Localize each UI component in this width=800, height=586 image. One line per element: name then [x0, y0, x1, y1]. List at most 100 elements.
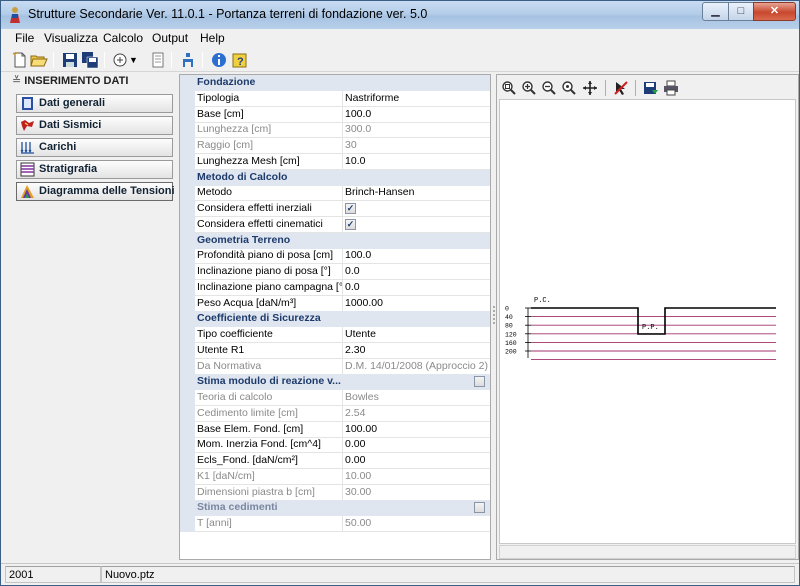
property-row: Base Elem. Fond. [cm] 100.00: [180, 421, 490, 438]
nav-header[interactable]: ≚ INSERIMENTO DATI: [10, 74, 177, 90]
maximize-button[interactable]: □: [728, 2, 754, 21]
depth-tick-label: 80: [505, 323, 513, 330]
category-checkbox[interactable]: [474, 376, 485, 388]
row-gutter: [180, 500, 195, 517]
property-row: Considera effetti cinematici ✓: [180, 216, 490, 233]
pc-label: P.C.: [534, 297, 551, 305]
property-row: Metodo Brinch-Hansen: [180, 185, 490, 202]
category-row[interactable]: Geometria Terreno: [180, 232, 490, 249]
help-icon[interactable]: ?: [230, 51, 248, 69]
property-value[interactable]: 100.00: [343, 422, 490, 438]
row-gutter: [180, 90, 195, 107]
property-value[interactable]: Brinch-Hansen: [343, 185, 490, 202]
menu-visualizza[interactable]: Visualizza: [44, 31, 98, 45]
menu-calcolo[interactable]: Calcolo: [103, 31, 143, 45]
property-label: Base [cm]: [195, 106, 343, 123]
property-label: K1 [daN/cm]: [195, 468, 343, 485]
property-label: Profondità piano di posa [cm]: [195, 248, 343, 265]
property-value[interactable]: 100.0: [343, 248, 490, 265]
row-gutter: [180, 106, 195, 123]
nav-carichi[interactable]: Carichi: [16, 138, 173, 157]
property-label: Inclinazione piano campagna [°]: [195, 279, 343, 296]
zoom-extents-icon[interactable]: [501, 80, 517, 96]
row-gutter: [180, 421, 195, 438]
property-value[interactable]: 10.0: [343, 154, 490, 170]
save-all-icon[interactable]: [81, 51, 99, 69]
checkbox[interactable]: ✓: [345, 218, 356, 230]
property-label: Da Normativa: [195, 358, 343, 375]
property-checkbox-cell[interactable]: ✓: [343, 201, 490, 217]
status-bar: 2001 Nuovo.ptz: [1, 563, 799, 585]
property-label: Considera effetti inerziali: [195, 201, 343, 217]
print-icon[interactable]: [663, 80, 679, 96]
checkbox[interactable]: ✓: [345, 203, 356, 214]
drawing-scrollbar[interactable]: [499, 545, 796, 559]
nav-stratigrafia[interactable]: Stratigrafia: [16, 160, 173, 179]
category-row[interactable]: Metodo di Calcolo: [180, 169, 490, 186]
property-row: Lunghezza Mesh [cm] 10.0: [180, 153, 490, 170]
new-file-icon[interactable]: [11, 51, 29, 69]
stress-diagram-icon: [21, 185, 34, 198]
depth-tick-label: 160: [505, 340, 517, 347]
nav-diagramma-tensioni[interactable]: Diagramma delle Tensioni: [16, 182, 175, 201]
menu-output[interactable]: Output: [152, 31, 188, 45]
property-value[interactable]: 0.00: [343, 437, 490, 454]
zoom-out-icon[interactable]: [541, 80, 557, 96]
property-value[interactable]: 0.0: [343, 280, 490, 296]
drawing-canvas[interactable]: 0 40 80 120 160 200 P.C. P.P.: [499, 99, 796, 544]
property-row: Considera effetti inerziali ✓: [180, 201, 490, 217]
property-value[interactable]: Utente: [343, 327, 490, 343]
row-gutter: [180, 327, 195, 343]
category-label: Stima modulo di reazione v...: [197, 375, 341, 388]
property-value: D.M. 14/01/2008 (Approccio 2): [343, 359, 490, 375]
save-icon[interactable]: [61, 51, 79, 69]
pp-label: P.P.: [642, 324, 659, 332]
property-row: Inclinazione piano di posa [°] 0.0: [180, 264, 490, 280]
print-options-icon[interactable]: [111, 51, 129, 69]
property-value[interactable]: 0.00: [343, 453, 490, 469]
report-icon[interactable]: [149, 51, 167, 69]
export-image-icon[interactable]: [643, 80, 659, 96]
minimize-button[interactable]: ▁: [702, 2, 729, 21]
property-grid: Fondazione Tipologia Nastriforme Base [cm] 1…: [179, 74, 491, 560]
close-button[interactable]: ✕: [753, 2, 796, 21]
menu-help[interactable]: Help: [200, 31, 225, 45]
nav-dati-sismici[interactable]: Dati Sismici: [16, 116, 173, 135]
property-value[interactable]: Nastriforme: [343, 91, 490, 107]
dropdown-arrow-icon[interactable]: ▼: [129, 51, 139, 69]
property-checkbox-cell[interactable]: ✓: [343, 217, 490, 233]
category-row[interactable]: Stima modulo di reazione v...: [180, 374, 490, 391]
zoom-in-icon[interactable]: [521, 80, 537, 96]
property-value[interactable]: 0.0: [343, 264, 490, 280]
collapse-chevron-icon[interactable]: ≚: [12, 75, 21, 87]
property-label: Mom. Inerzia Fond. [cm^4]: [195, 437, 343, 454]
property-value: Bowles: [343, 390, 490, 406]
row-gutter: [180, 358, 195, 375]
nav-dati-generali[interactable]: Dati generali: [16, 94, 173, 113]
open-folder-icon[interactable]: [30, 51, 48, 69]
select-disabled-icon[interactable]: [613, 80, 629, 96]
category-row[interactable]: Coefficiente di Sicurezza: [180, 311, 490, 328]
property-label: Raggio [cm]: [195, 138, 343, 154]
category-checkbox[interactable]: [474, 502, 485, 514]
category-row[interactable]: Stima cedimenti: [180, 500, 490, 517]
foundation-section-drawing: 04080120160200 P.C. P.P.: [505, 297, 776, 361]
property-label: Lunghezza Mesh [cm]: [195, 153, 343, 170]
menu-file[interactable]: File: [15, 31, 34, 45]
row-gutter: [180, 516, 195, 532]
property-value[interactable]: 1000.00: [343, 296, 490, 312]
property-label: Tipologia: [195, 90, 343, 107]
property-row: Base [cm] 100.0: [180, 106, 490, 123]
property-row: Tipologia Nastriforme: [180, 90, 490, 107]
property-row: Dimensioni piastra b [cm] 30.00: [180, 484, 490, 501]
property-value: 50.00: [343, 516, 490, 532]
property-value[interactable]: 100.0: [343, 107, 490, 123]
category-label: Geometria Terreno: [197, 233, 291, 246]
pan-icon[interactable]: [582, 80, 598, 96]
info-icon[interactable]: [210, 51, 228, 69]
category-row[interactable]: Fondazione: [180, 75, 490, 91]
property-value[interactable]: 2.30: [343, 343, 490, 359]
property-label: Utente R1: [195, 342, 343, 359]
zoom-window-icon[interactable]: [561, 80, 577, 96]
calculation-icon[interactable]: [179, 51, 197, 69]
